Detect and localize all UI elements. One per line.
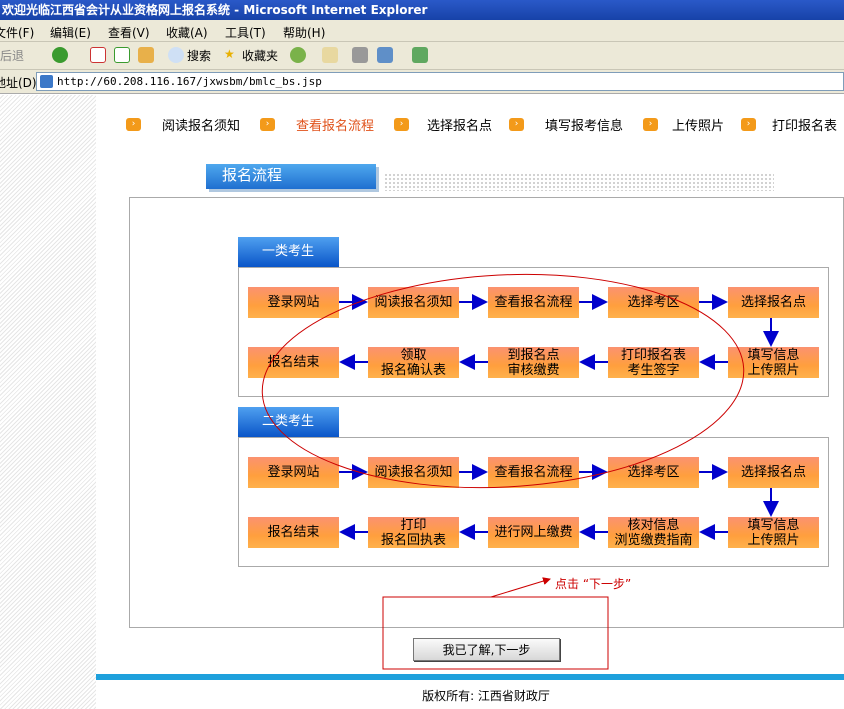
flow-arrows	[261, 273, 779, 670]
highlight-ellipse	[261, 273, 745, 489]
footer-divider	[96, 674, 844, 680]
next-step-button[interactable]: 我已了解,下一步	[413, 638, 560, 661]
copyright: 版权所有: 江西省财政厅	[422, 689, 550, 703]
annotation-text: 点击 “下一步”	[555, 577, 632, 591]
annotation-arrow	[490, 577, 551, 598]
